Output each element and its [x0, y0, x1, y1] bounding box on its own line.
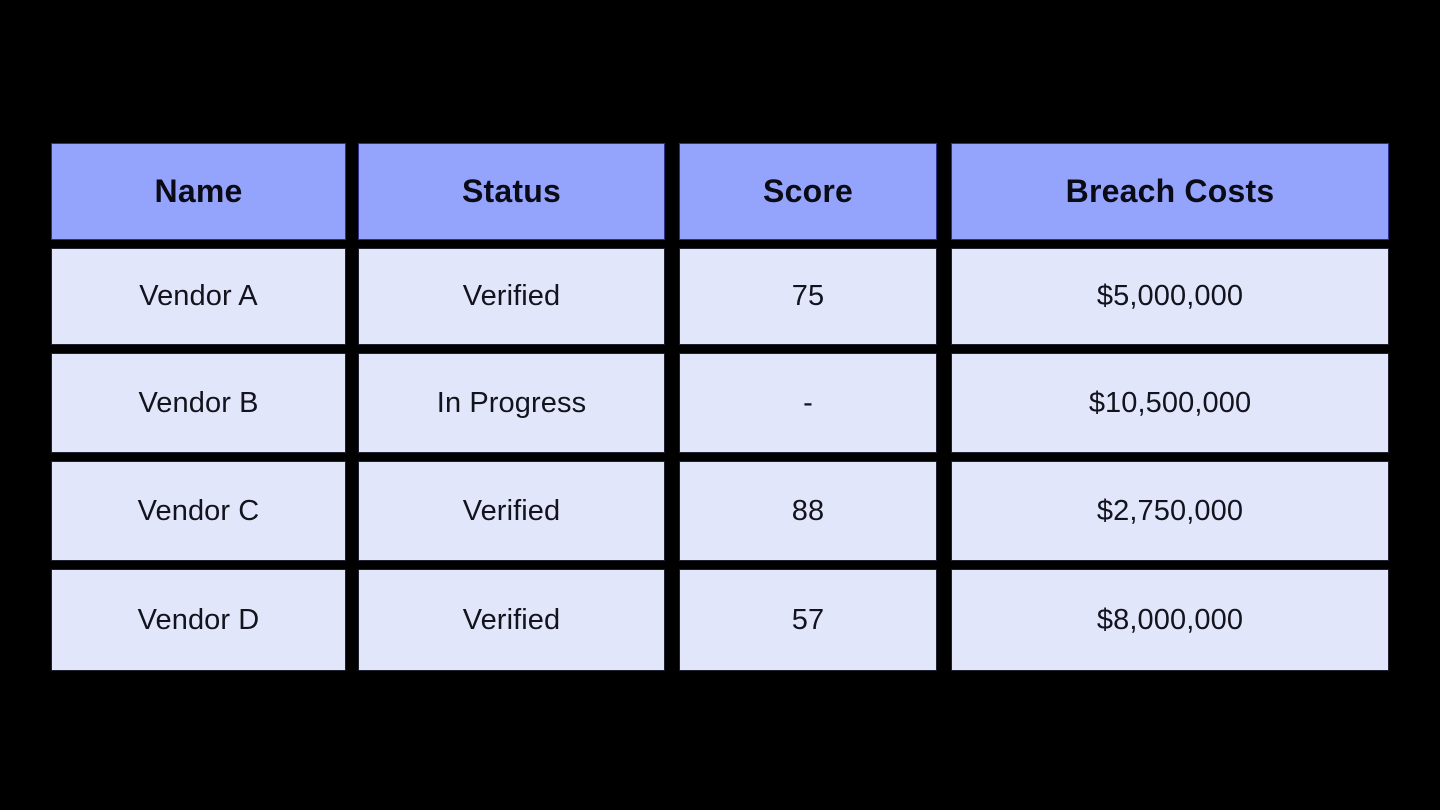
cell-value: Verified — [462, 494, 561, 527]
table-cell-status[interactable]: Verified — [358, 569, 665, 671]
table-cell-score[interactable]: 75 — [679, 248, 937, 345]
cell-value: $8,000,000 — [1096, 603, 1244, 636]
cell-value: Vendor D — [137, 603, 260, 636]
cell-value: Vendor C — [137, 494, 260, 527]
table-cell-score[interactable]: - — [679, 353, 937, 453]
table-cell-score[interactable]: 57 — [679, 569, 937, 671]
cell-value: - — [803, 386, 813, 419]
cell-value: Verified — [462, 603, 561, 636]
column-header-name[interactable]: Name — [51, 143, 346, 240]
column-header-score-label: Score — [763, 173, 853, 209]
column-header-status-label: Status — [462, 173, 561, 209]
table-cell-status[interactable]: Verified — [358, 248, 665, 345]
table-cell-score[interactable]: 88 — [679, 461, 937, 561]
column-header-score[interactable]: Score — [679, 143, 937, 240]
cell-value: $2,750,000 — [1096, 494, 1244, 527]
cell-value: Vendor A — [139, 280, 258, 312]
table-cell-name[interactable]: Vendor D — [51, 569, 346, 671]
table-cell-status[interactable]: Verified — [358, 461, 665, 561]
table-cell-status[interactable]: In Progress — [358, 353, 665, 453]
cell-value: Vendor B — [138, 386, 259, 419]
column-header-breach-costs[interactable]: Breach Costs — [951, 143, 1389, 240]
column-header-name-label: Name — [154, 173, 243, 209]
table-cell-name[interactable]: Vendor C — [51, 461, 346, 561]
table-cell-breach-costs[interactable]: $5,000,000 — [951, 248, 1389, 345]
table-cell-breach-costs[interactable]: $2,750,000 — [951, 461, 1389, 561]
table-cell-name[interactable]: Vendor A — [51, 248, 346, 345]
table-cell-breach-costs[interactable]: $10,500,000 — [951, 353, 1389, 453]
cell-value: 57 — [791, 603, 825, 636]
column-header-status[interactable]: Status — [358, 143, 665, 240]
table-grid: Name Status Score Breach Costs Vendor A … — [51, 143, 1389, 671]
table-cell-name[interactable]: Vendor B — [51, 353, 346, 453]
cell-value: $10,500,000 — [1088, 386, 1252, 419]
cell-value: In Progress — [436, 386, 587, 419]
cell-value: $5,000,000 — [1096, 280, 1244, 312]
cell-value: Verified — [462, 280, 561, 312]
cell-value: 75 — [791, 280, 825, 312]
vendor-table: Name Status Score Breach Costs Vendor A … — [51, 143, 1389, 671]
cell-value: 88 — [791, 494, 825, 527]
column-header-breach-costs-label: Breach Costs — [1065, 173, 1275, 209]
table-cell-breach-costs[interactable]: $8,000,000 — [951, 569, 1389, 671]
